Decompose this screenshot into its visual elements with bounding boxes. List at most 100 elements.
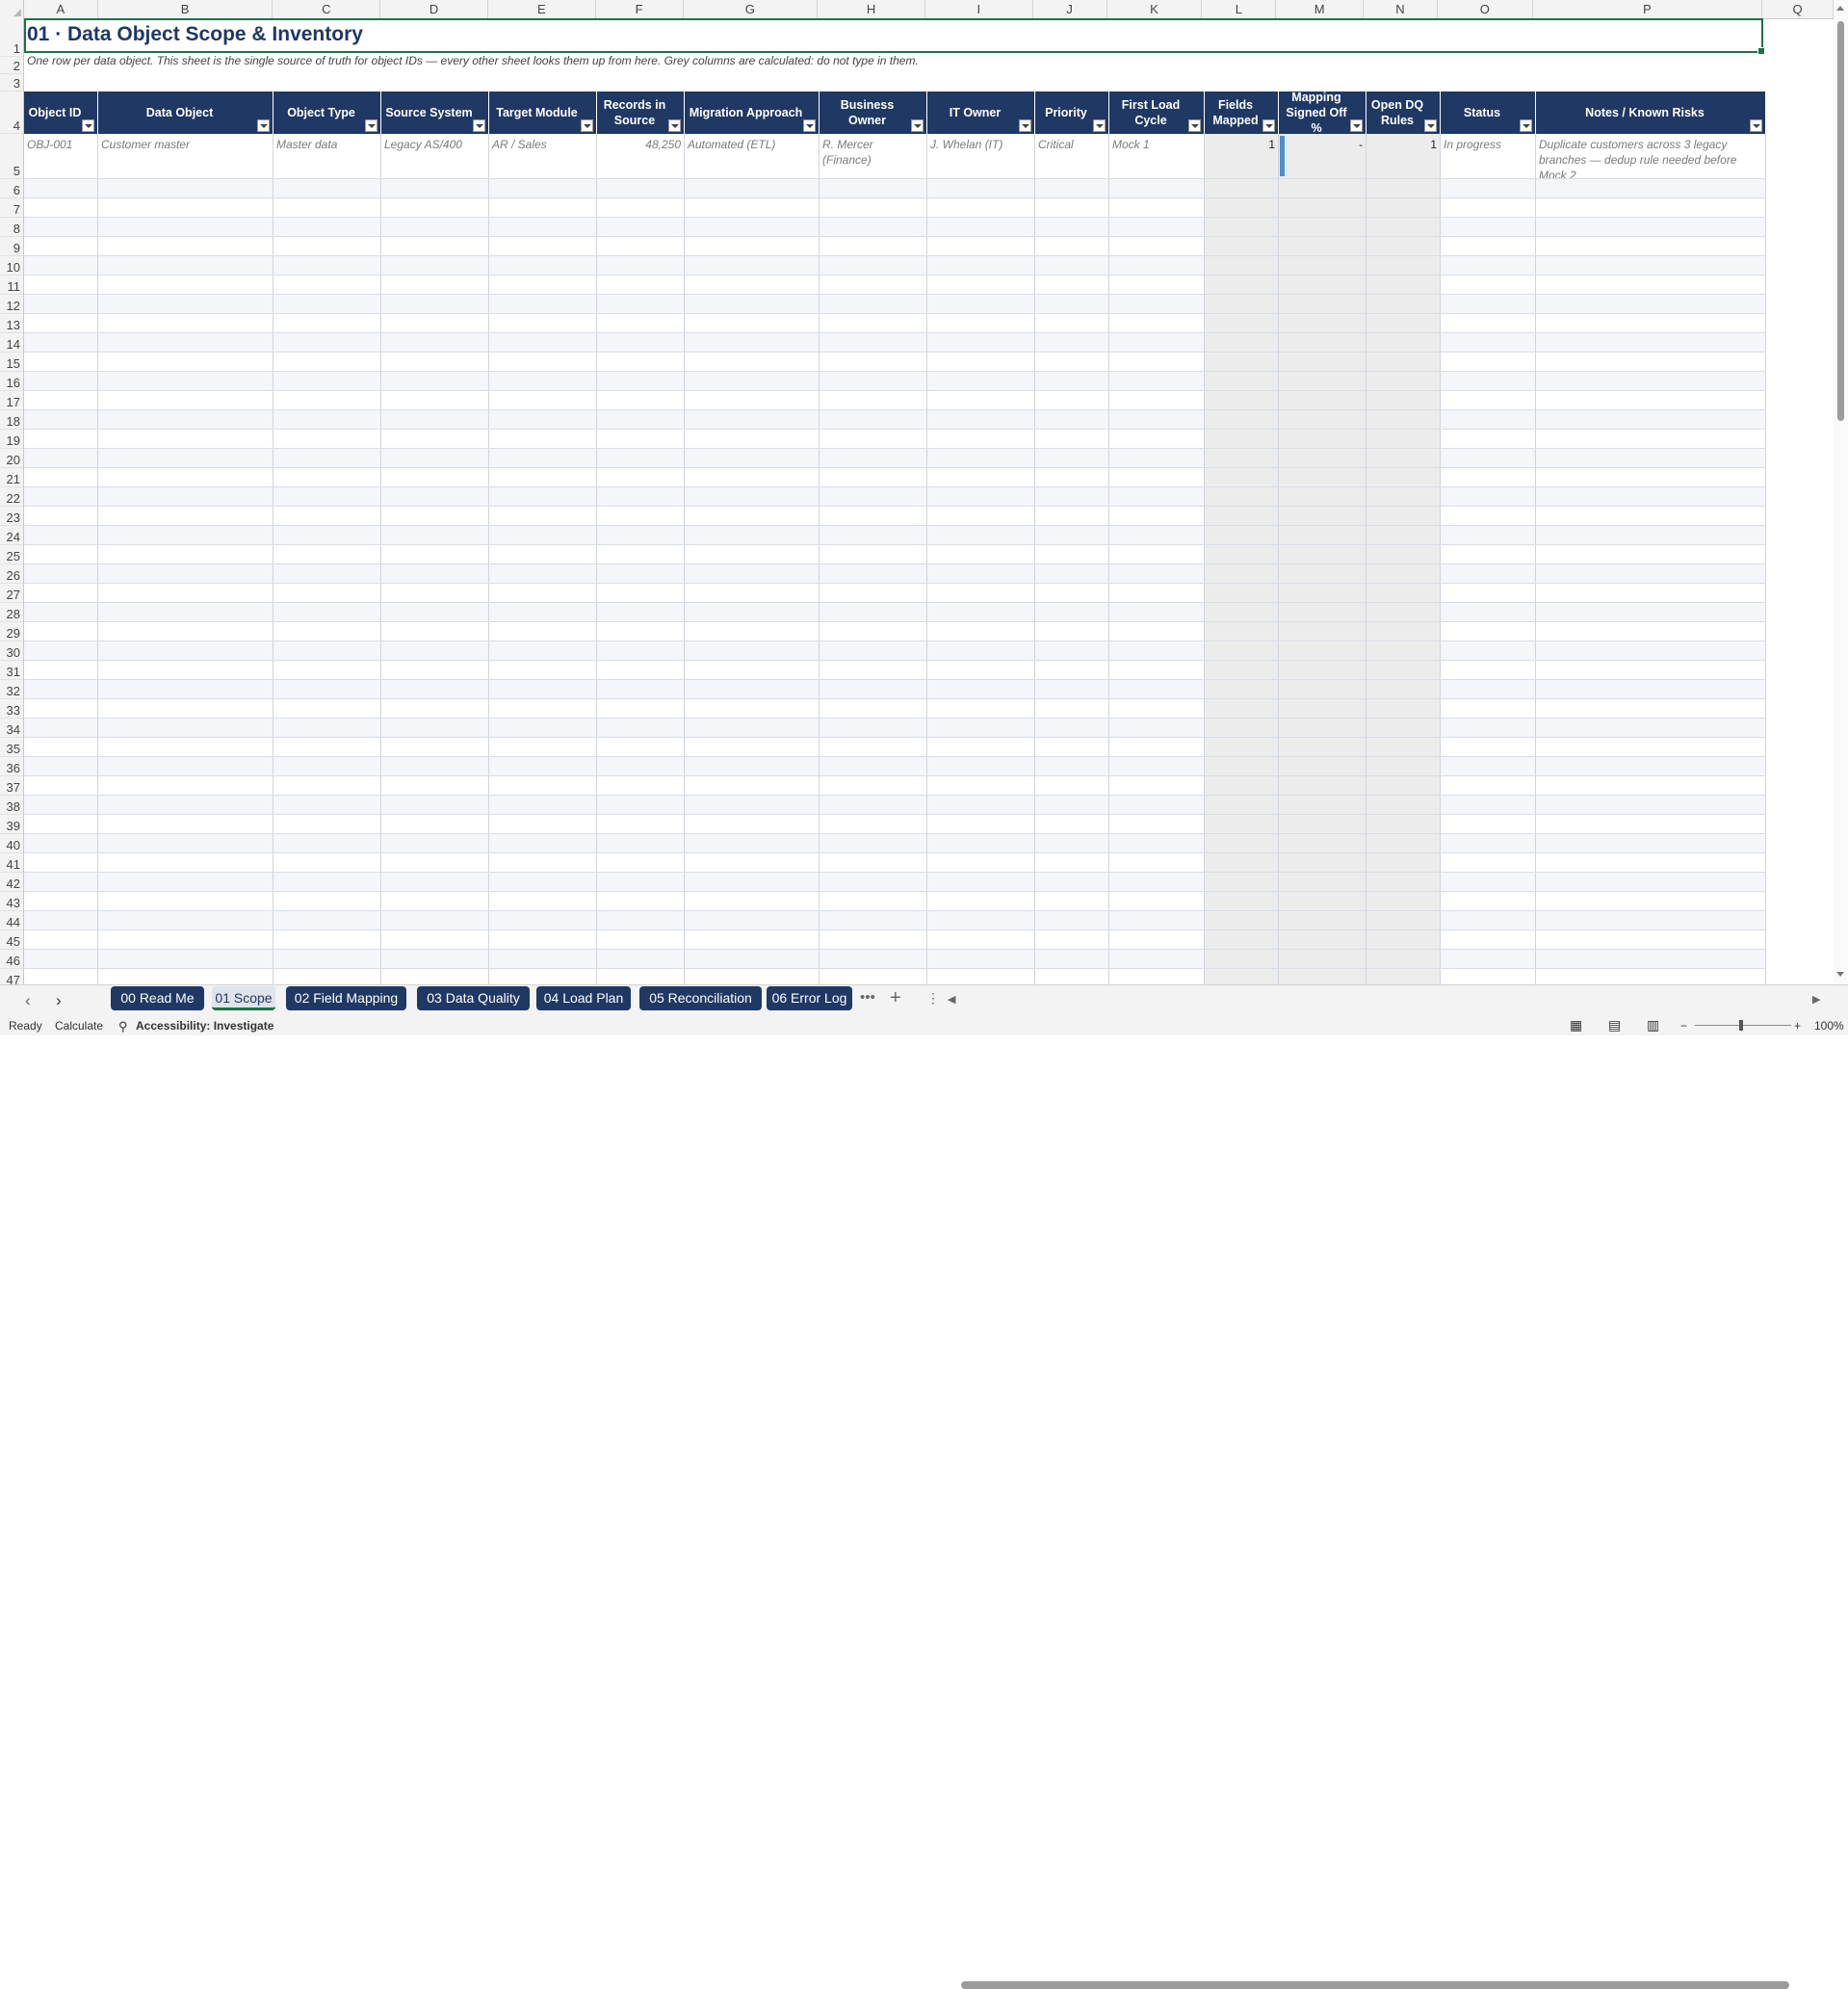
- table-cell[interactable]: [1035, 680, 1109, 698]
- table-cell[interactable]: [24, 237, 98, 255]
- table-cell[interactable]: [1279, 526, 1366, 544]
- table-cell[interactable]: [1366, 641, 1441, 660]
- table-cell[interactable]: [1366, 410, 1441, 429]
- table-cell[interactable]: [1536, 564, 1766, 583]
- table-cell[interactable]: Duplicate customers across 3 legacy bran…: [1536, 134, 1766, 178]
- table-cell[interactable]: [1441, 545, 1536, 563]
- table-cell[interactable]: [597, 622, 685, 641]
- table-cell[interactable]: [597, 661, 685, 679]
- table-cell[interactable]: [273, 275, 381, 294]
- table-cell[interactable]: [1441, 198, 1536, 217]
- table-cell[interactable]: Critical: [1035, 134, 1109, 178]
- table-cell[interactable]: [1536, 584, 1766, 602]
- table-cell[interactable]: [1441, 410, 1536, 429]
- table-cell[interactable]: [1441, 526, 1536, 544]
- table-cell[interactable]: [98, 950, 273, 968]
- table-cell[interactable]: [820, 950, 927, 968]
- column-header-h[interactable]: H: [818, 0, 925, 18]
- scroll-right-icon[interactable]: ▶: [1812, 993, 1820, 1006]
- row-header-34[interactable]: 34: [0, 719, 23, 738]
- table-cell[interactable]: [1109, 410, 1205, 429]
- table-cell[interactable]: [1035, 468, 1109, 486]
- table-cell[interactable]: [98, 603, 273, 621]
- table-cell[interactable]: [273, 719, 381, 737]
- table-cell[interactable]: [273, 834, 381, 852]
- table-cell[interactable]: [273, 372, 381, 390]
- table-cell[interactable]: [489, 930, 597, 949]
- table-cell[interactable]: [1441, 314, 1536, 332]
- filter-dropdown-icon[interactable]: [1093, 119, 1106, 132]
- table-cell[interactable]: [1366, 391, 1441, 409]
- table-cell[interactable]: [1536, 468, 1766, 486]
- table-cell[interactable]: [1279, 179, 1366, 197]
- scroll-down-icon[interactable]: [1836, 972, 1844, 977]
- add-sheet-icon[interactable]: +: [890, 987, 901, 1009]
- table-cell[interactable]: [820, 930, 927, 949]
- table-cell[interactable]: [820, 218, 927, 236]
- table-cell[interactable]: [1109, 333, 1205, 352]
- table-cell[interactable]: [820, 853, 927, 872]
- table-cell[interactable]: [24, 911, 98, 929]
- table-cell[interactable]: [685, 430, 820, 448]
- table-cell[interactable]: [1205, 641, 1279, 660]
- filter-dropdown-icon[interactable]: [82, 119, 94, 132]
- column-header-d[interactable]: D: [380, 0, 488, 18]
- table-cell[interactable]: [273, 950, 381, 968]
- table-cell[interactable]: [273, 584, 381, 602]
- table-cell[interactable]: [597, 314, 685, 332]
- table-cell[interactable]: [1366, 738, 1441, 756]
- row-header-47[interactable]: 47: [0, 969, 23, 984]
- table-cell[interactable]: [489, 603, 597, 621]
- table-cell[interactable]: [489, 834, 597, 852]
- table-cell[interactable]: [489, 487, 597, 506]
- table-cell[interactable]: [820, 179, 927, 197]
- table-cell[interactable]: [1536, 507, 1766, 525]
- row-header-38[interactable]: 38: [0, 796, 23, 815]
- table-cell[interactable]: [273, 487, 381, 506]
- column-header-g[interactable]: G: [684, 0, 819, 18]
- zoom-slider[interactable]: [1695, 1025, 1791, 1026]
- table-cell[interactable]: [1536, 353, 1766, 371]
- table-cell[interactable]: [24, 622, 98, 641]
- table-cell[interactable]: [1205, 680, 1279, 698]
- table-cell[interactable]: [685, 372, 820, 390]
- table-cell[interactable]: [820, 353, 927, 371]
- table-cell[interactable]: [1109, 487, 1205, 506]
- table-cell[interactable]: [820, 699, 927, 718]
- table-cell[interactable]: [1441, 796, 1536, 814]
- table-cell[interactable]: [1205, 468, 1279, 486]
- calculate-button[interactable]: Calculate: [55, 1019, 103, 1033]
- table-cell[interactable]: [597, 776, 685, 795]
- table-cell[interactable]: [820, 391, 927, 409]
- filter-dropdown-icon[interactable]: [257, 119, 270, 132]
- table-cell[interactable]: [1205, 295, 1279, 313]
- table-cell[interactable]: [1441, 372, 1536, 390]
- row-header-11[interactable]: 11: [0, 275, 23, 295]
- table-cell[interactable]: [1035, 853, 1109, 872]
- table-cell[interactable]: [1109, 256, 1205, 275]
- table-cell[interactable]: [1366, 699, 1441, 718]
- table-cell[interactable]: [1035, 218, 1109, 236]
- table-cell[interactable]: [381, 372, 489, 390]
- table-cell[interactable]: [98, 449, 273, 467]
- table-cell[interactable]: [273, 969, 381, 984]
- table-cell[interactable]: [685, 892, 820, 910]
- table-cell[interactable]: [1441, 295, 1536, 313]
- table-cell[interactable]: [1441, 507, 1536, 525]
- table-cell[interactable]: [597, 796, 685, 814]
- table-cell[interactable]: [1205, 333, 1279, 352]
- row-header-8[interactable]: 8: [0, 218, 23, 237]
- table-cell[interactable]: [24, 372, 98, 390]
- table-cell[interactable]: [381, 911, 489, 929]
- table-cell[interactable]: [98, 295, 273, 313]
- table-cell[interactable]: [1035, 873, 1109, 891]
- table-cell[interactable]: [820, 815, 927, 833]
- table-cell[interactable]: [381, 449, 489, 467]
- table-cell[interactable]: [927, 372, 1035, 390]
- table-cell[interactable]: [1536, 699, 1766, 718]
- table-cell[interactable]: [1366, 796, 1441, 814]
- table-cell[interactable]: [381, 314, 489, 332]
- table-cell[interactable]: [1366, 911, 1441, 929]
- table-cell[interactable]: [1035, 507, 1109, 525]
- table-cell[interactable]: [927, 333, 1035, 352]
